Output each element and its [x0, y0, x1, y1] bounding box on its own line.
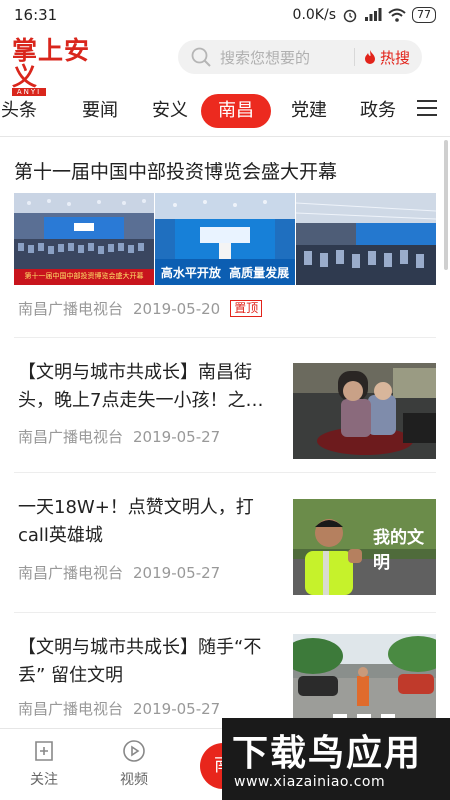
article-meta: 南昌广播电视台 2019-05-27	[18, 698, 220, 719]
featured-date: 2019-05-20	[133, 299, 221, 318]
featured-image-2[interactable]: 高水平开放 高质量发展	[155, 193, 295, 285]
featured-title[interactable]: 第十一届中国中部投资博览会盛大开幕	[14, 157, 337, 184]
article-thumbnail[interactable]	[293, 363, 436, 459]
nav-follow-label: 关注	[30, 772, 58, 788]
search-bar[interactable]: 搜索您想要的 热搜	[178, 40, 422, 74]
article-meta: 南昌广播电视台 2019-05-27	[18, 562, 220, 583]
video-play-icon	[123, 740, 145, 762]
logo-text: 掌上安义	[12, 36, 91, 91]
watermark-url: www.xiazainiao.com	[234, 774, 386, 790]
network-speed: 0.0K/s	[292, 7, 336, 23]
scrollbar[interactable]	[444, 140, 448, 270]
channel-tabs: 头条 要闻 安义 南昌 党建 政务	[0, 88, 450, 132]
article-title[interactable]: 【文明与城市共成长】随手“不丢” 留住文明	[18, 634, 274, 690]
article-date: 2019-05-27	[133, 563, 221, 582]
news-feed[interactable]: 第十一届中国中部投资博览会盛大开幕 第十一届中国中部投资博览会盛大开幕 高水平开…	[0, 137, 450, 727]
tab-anyi[interactable]: 安义	[145, 94, 195, 128]
thumbnail-overlay-text: 我的文明	[373, 528, 424, 573]
nav-follow[interactable]: 关注	[14, 739, 74, 789]
article-title[interactable]: 一天18W+！点赞文明人，打call英雄城	[18, 494, 274, 550]
article-source: 南昌广播电视台	[18, 700, 124, 718]
top-bar: 掌上安义 ANYI 搜索您想要的 热搜	[0, 30, 450, 96]
search-placeholder[interactable]: 搜索您想要的	[220, 47, 354, 68]
article-source: 南昌广播电视台	[18, 428, 124, 446]
search-divider	[354, 48, 355, 66]
article-date: 2019-05-27	[133, 427, 221, 446]
alarm-icon	[343, 9, 357, 23]
nav-video[interactable]: 视频	[104, 739, 164, 789]
signal-icon	[365, 8, 382, 21]
featured-image-3[interactable]	[296, 193, 436, 285]
battery-indicator: 77	[412, 7, 436, 23]
app-logo: 掌上安义 ANYI	[12, 38, 112, 96]
article-title[interactable]: 【文明与城市共成长】南昌街头，晚上7点走失一小孩！之…	[18, 359, 274, 415]
divider	[14, 612, 436, 613]
hot-search-label: 热搜	[380, 48, 411, 67]
status-icons: 0.0K/s 77	[293, 7, 436, 23]
featured-source: 南昌广播电视台	[18, 300, 124, 318]
hot-search-button[interactable]: 热搜	[363, 47, 410, 68]
watermark: 下载鸟应用 www.xiazainiao.com	[222, 718, 450, 800]
article-source: 南昌广播电视台	[18, 564, 124, 582]
pinned-badge: 置顶	[230, 300, 263, 317]
flame-icon	[365, 50, 375, 64]
stage-banner-text: 高水平开放 高质量发展	[160, 266, 290, 280]
divider	[14, 472, 436, 473]
featured-meta: 南昌广播电视台 2019-05-20 置顶	[18, 298, 263, 319]
follow-icon	[35, 741, 53, 761]
watermark-title: 下载鸟应用	[232, 733, 423, 774]
tab-nanchang[interactable]: 南昌	[201, 94, 271, 128]
divider	[14, 337, 436, 338]
article-meta: 南昌广播电视台 2019-05-27	[18, 426, 220, 447]
status-time: 16:31	[14, 6, 58, 24]
featured-image-1[interactable]: 第十一届中国中部投资博览会盛大开幕	[14, 193, 154, 285]
article-thumbnail[interactable]	[293, 634, 436, 727]
tab-headlines[interactable]: 头条	[0, 94, 44, 128]
tab-government[interactable]: 政务	[353, 94, 403, 128]
menu-icon[interactable]	[417, 99, 437, 117]
nav-video-label: 视频	[120, 772, 148, 788]
tab-news[interactable]: 要闻	[75, 94, 125, 128]
wifi-icon	[388, 8, 406, 22]
status-bar: 16:31 0.0K/s 77	[0, 0, 450, 30]
article-date: 2019-05-27	[133, 699, 221, 718]
search-icon	[191, 47, 211, 67]
featured-image-caption: 第十一届中国中部投资博览会盛大开幕	[24, 272, 144, 280]
tab-party[interactable]: 党建	[284, 94, 334, 128]
article-thumbnail[interactable]: 我的文明	[293, 499, 436, 595]
